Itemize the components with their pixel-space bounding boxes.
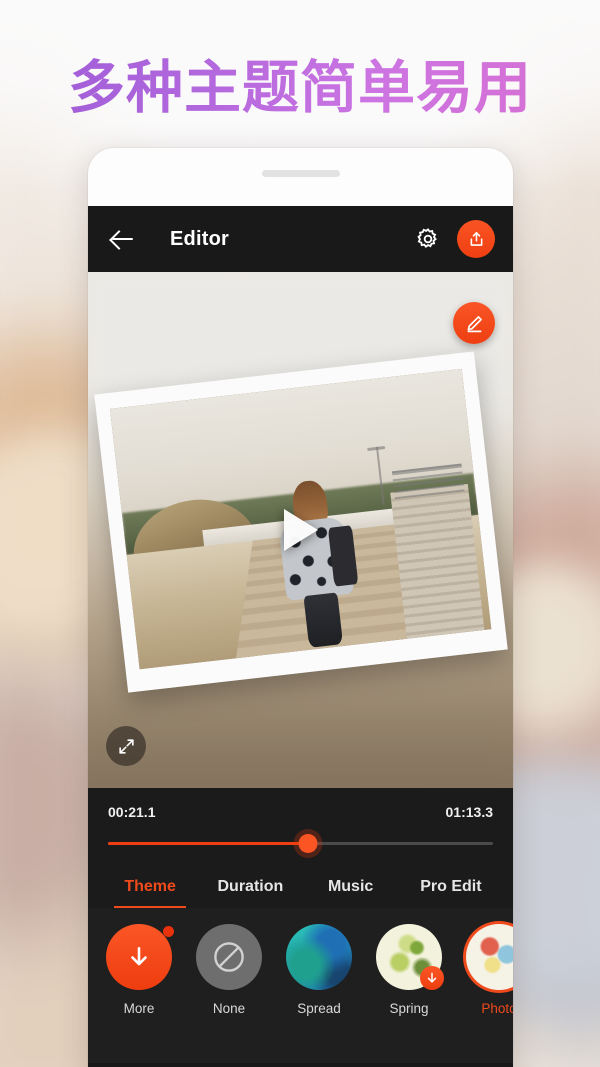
- theme-label-none: None: [212, 1001, 246, 1016]
- fullscreen-expand-button[interactable]: [106, 726, 146, 766]
- current-time-label: 00:21.1: [108, 804, 156, 820]
- theme-item-more[interactable]: More: [106, 924, 174, 1016]
- share-button[interactable]: [457, 220, 495, 258]
- photo-stone-wall: [390, 484, 485, 639]
- theme-item-spring[interactable]: Spring: [376, 924, 444, 1016]
- promo-headline: 多种主题简单易用: [0, 42, 600, 124]
- phone-mockup: Editor 00:21.1 01:13.3 Theme Duration Mu…: [88, 148, 513, 1067]
- theme-thumbnail-none[interactable]: [196, 924, 262, 990]
- gear-icon[interactable]: [415, 226, 441, 252]
- phone-speaker-grille: [261, 170, 340, 177]
- timeline-times: 00:21.1 01:13.3: [108, 804, 493, 820]
- tab-duration[interactable]: Duration: [200, 864, 300, 908]
- theme-item-photo[interactable]: Photo: [466, 924, 513, 1016]
- tab-theme[interactable]: Theme: [100, 864, 200, 908]
- total-time-label: 01:13.3: [445, 804, 493, 820]
- theme-thumbnail-more[interactable]: [106, 924, 174, 990]
- editor-tabs: Theme Duration Music Pro Edit: [88, 864, 513, 908]
- play-triangle-icon[interactable]: [283, 509, 318, 551]
- download-badge[interactable]: [420, 966, 444, 990]
- download-arrow-icon: [131, 947, 147, 966]
- no-theme-slash-icon: [214, 942, 244, 972]
- theme-label-spring: Spring: [389, 1001, 429, 1016]
- video-preview[interactable]: [88, 272, 513, 788]
- timeline-bar: 00:21.1 01:13.3: [88, 788, 513, 864]
- theme-list[interactable]: More None Spread Spring Photo: [88, 908, 513, 1063]
- page-title: Editor: [170, 227, 229, 250]
- theme-thumbnail-photo[interactable]: [466, 924, 513, 990]
- download-arrow-icon: [427, 972, 437, 983]
- edit-fab-button[interactable]: [453, 302, 495, 344]
- tab-pro-edit[interactable]: Pro Edit: [401, 864, 501, 908]
- theme-thumbnail-spread[interactable]: [286, 924, 352, 990]
- slider-thumb[interactable]: [298, 834, 318, 853]
- photo-person-legs: [303, 592, 343, 648]
- app-bar-actions: [415, 220, 499, 258]
- share-upload-icon: [470, 231, 482, 246]
- arrow-left-icon[interactable]: [108, 224, 138, 254]
- pencil-edit-icon: [467, 315, 482, 332]
- new-badge-dot: [163, 926, 174, 937]
- theme-label-photo: Photo: [481, 1001, 513, 1016]
- phone-screen: Editor 00:21.1 01:13.3 Theme Duration Mu…: [88, 206, 513, 1067]
- app-bar: Editor: [88, 206, 513, 272]
- theme-thumbnail-spring[interactable]: [376, 924, 444, 990]
- slider-fill: [108, 842, 309, 845]
- theme-item-none[interactable]: None: [196, 924, 262, 1016]
- theme-item-spread[interactable]: Spread: [286, 924, 352, 1016]
- theme-label-spread: Spread: [297, 1001, 341, 1016]
- fullscreen-expand-icon: [118, 738, 134, 754]
- timeline-slider[interactable]: [108, 834, 493, 853]
- theme-label-more: More: [123, 1001, 155, 1016]
- tab-music[interactable]: Music: [301, 864, 401, 908]
